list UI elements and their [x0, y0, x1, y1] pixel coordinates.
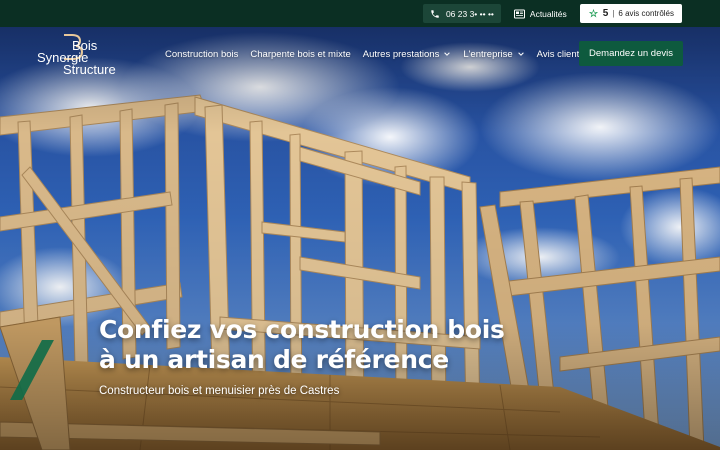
main-navigation: Bois Synergie Structure Construction boi…	[0, 27, 720, 81]
hero-headline-line-1: Confiez vos construction bois	[99, 315, 505, 344]
phone-button[interactable]: 06 23 3• •• ••	[422, 4, 501, 23]
nav-item-avis-clients[interactable]: Avis clients	[537, 49, 584, 60]
phone-number: 06 23 3• •• ••	[445, 8, 494, 19]
brand-line-3: Structure	[63, 62, 116, 77]
review-separator: |	[612, 9, 615, 18]
hero-headline-line-2: à un artisan de référence	[99, 345, 449, 374]
nav-item-label: L'entreprise	[463, 48, 513, 60]
nav-menu: Construction bois Charpente bois et mixt…	[165, 27, 584, 81]
hero-subtitle: Constructeur bois et menuisier près de C…	[99, 385, 340, 397]
news-link[interactable]: Actualités	[509, 9, 572, 19]
review-count: 6 avis contrôlés	[618, 9, 674, 18]
nav-item-charpente[interactable]: Charpente bois et mixte	[250, 49, 350, 60]
review-score: 5	[602, 8, 609, 19]
reviews-badge[interactable]: 5 | 6 avis contrôlés	[579, 4, 682, 23]
nav-item-label: Avis clients	[536, 48, 585, 60]
nav-item-label: Charpente bois et mixte	[250, 48, 351, 60]
nav-item-label: Autres prestations	[362, 48, 440, 60]
newspaper-icon	[513, 9, 525, 18]
brand-logo[interactable]: Bois Synergie Structure	[36, 33, 140, 77]
nav-item-autres-prestations[interactable]: Autres prestations	[363, 49, 452, 60]
quote-request-button[interactable]: Demandez un devis	[579, 41, 683, 66]
phone-icon	[431, 9, 439, 18]
hero-headline: Confiez vos construction bois à un artis…	[99, 315, 519, 375]
star-icon	[588, 8, 598, 18]
nav-item-construction-bois[interactable]: Construction bois	[165, 49, 238, 60]
chevron-down-icon	[444, 52, 451, 56]
nav-item-label: Construction bois	[165, 48, 239, 60]
logo-mark: Bois Synergie Structure	[37, 34, 116, 77]
chevron-down-icon	[517, 52, 524, 56]
nav-item-entreprise[interactable]: L'entreprise	[463, 49, 524, 60]
news-label: Actualités	[529, 8, 567, 19]
top-bar: 06 23 3• •• •• Actualités 5 | 6 avis con…	[0, 0, 720, 27]
